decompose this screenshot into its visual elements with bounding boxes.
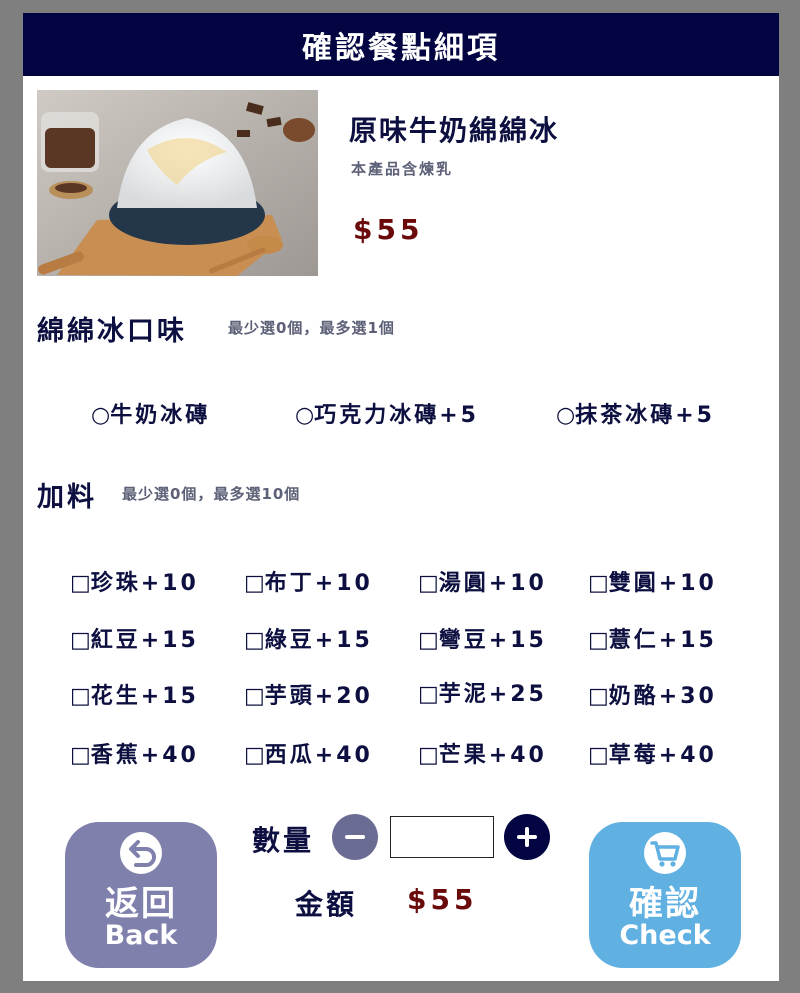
option-label: 奶酪+30 xyxy=(608,684,717,709)
topping-section-hint: 最少選0個，最多選10個 xyxy=(122,485,301,503)
flavor-option-matcha[interactable]: ○抹茶冰磚+5 xyxy=(556,397,715,429)
option-label: 香蕉+40 xyxy=(90,743,199,768)
checkbox-icon: □ xyxy=(70,743,91,768)
quantity-label: 數量 xyxy=(252,824,315,857)
quantity-input[interactable] xyxy=(390,816,494,858)
checkbox-icon: □ xyxy=(70,628,91,653)
topping-option-red-bean[interactable]: □紅豆+15 xyxy=(70,622,199,654)
option-label: 芋頭+20 xyxy=(264,684,373,709)
option-label: 草莓+40 xyxy=(608,743,717,768)
topping-option-tangyuan[interactable]: □湯圓+10 xyxy=(418,565,547,597)
radio-icon: ○ xyxy=(295,403,315,428)
topping-option-strawberry[interactable]: □草莓+40 xyxy=(588,737,717,769)
radio-icon: ○ xyxy=(556,403,576,428)
option-label: 彎豆+15 xyxy=(438,628,547,653)
quantity-decrease-button[interactable] xyxy=(332,814,378,860)
flavor-option-milk[interactable]: ○牛奶冰磚 xyxy=(91,397,210,429)
checkbox-icon: □ xyxy=(588,571,609,596)
topping-option-barley[interactable]: □薏仁+15 xyxy=(588,622,717,654)
checkbox-icon: □ xyxy=(588,743,609,768)
checkbox-icon: □ xyxy=(418,628,439,653)
topping-option-watermelon[interactable]: □西瓜+40 xyxy=(244,737,373,769)
back-button[interactable]: 返回 Back xyxy=(65,822,217,968)
option-label: 綠豆+15 xyxy=(264,628,373,653)
topping-option-pea[interactable]: □彎豆+15 xyxy=(418,622,547,654)
checkbox-icon: □ xyxy=(588,684,609,709)
topping-option-peanut[interactable]: □花生+15 xyxy=(70,678,199,710)
option-label: 薏仁+15 xyxy=(608,628,717,653)
option-label: 西瓜+40 xyxy=(264,743,373,768)
checkbox-icon: □ xyxy=(244,684,265,709)
checkbox-icon: □ xyxy=(418,682,439,707)
option-label: 抹茶冰磚+5 xyxy=(575,403,715,428)
option-label: 芒果+40 xyxy=(438,743,547,768)
option-label: 珍珠+10 xyxy=(90,571,199,596)
back-button-label: 返回 xyxy=(105,884,177,924)
topping-option-double-balls[interactable]: □雙圓+10 xyxy=(588,565,717,597)
product-note: 本產品含煉乳 xyxy=(351,160,454,178)
product-name: 原味牛奶綿綿冰 xyxy=(349,114,560,147)
flavor-section-hint: 最少選0個，最多選1個 xyxy=(228,319,395,337)
shopping-cart-icon xyxy=(644,832,686,874)
topping-option-mung-bean[interactable]: □綠豆+15 xyxy=(244,622,373,654)
option-label: 雙圓+10 xyxy=(608,571,717,596)
topping-option-taro-paste[interactable]: □芋泥+25 xyxy=(418,676,547,708)
quantity-increase-button[interactable] xyxy=(504,814,550,860)
topping-option-panna-cotta[interactable]: □奶酪+30 xyxy=(588,678,717,710)
checkbox-icon: □ xyxy=(244,628,265,653)
radio-icon: ○ xyxy=(91,403,111,428)
checkbox-icon: □ xyxy=(70,571,91,596)
option-label: 芋泥+25 xyxy=(438,682,547,707)
topping-option-pearl[interactable]: □珍珠+10 xyxy=(70,565,199,597)
option-label: 紅豆+15 xyxy=(90,628,199,653)
check-button[interactable]: 確認 Check xyxy=(589,822,741,968)
checkbox-icon: □ xyxy=(70,684,91,709)
topping-option-pudding[interactable]: □布丁+10 xyxy=(244,565,373,597)
check-button-label-en: Check xyxy=(619,920,711,951)
page-title: 確認餐點細項 xyxy=(23,13,779,76)
option-label: 巧克力冰磚+5 xyxy=(314,403,479,428)
flavor-section-title: 綿綿冰口味 xyxy=(37,316,187,347)
undo-arrow-icon xyxy=(120,832,162,874)
topping-option-taro[interactable]: □芋頭+20 xyxy=(244,678,373,710)
back-button-label-en: Back xyxy=(104,920,178,951)
checkbox-icon: □ xyxy=(418,743,439,768)
check-button-label: 確認 xyxy=(629,884,701,924)
topping-option-mango[interactable]: □芒果+40 xyxy=(418,737,547,769)
amount-label: 金額 xyxy=(295,888,358,921)
minus-icon xyxy=(345,835,365,839)
product-image xyxy=(37,90,318,276)
topping-section-title: 加料 xyxy=(37,482,97,513)
option-label: 布丁+10 xyxy=(264,571,373,596)
option-label: 花生+15 xyxy=(90,684,199,709)
checkbox-icon: □ xyxy=(588,628,609,653)
checkbox-icon: □ xyxy=(244,743,265,768)
checkbox-icon: □ xyxy=(418,571,439,596)
topping-option-banana[interactable]: □香蕉+40 xyxy=(70,737,199,769)
option-label: 牛奶冰磚 xyxy=(110,403,211,428)
order-detail-panel: 確認餐點細項 原味牛奶綿綿冰 本產品含煉乳 $55 綿綿冰口味 最少選0個，最多… xyxy=(23,13,779,981)
flavor-option-chocolate[interactable]: ○巧克力冰磚+5 xyxy=(295,397,479,429)
checkbox-icon: □ xyxy=(244,571,265,596)
option-label: 湯圓+10 xyxy=(438,571,547,596)
amount-value: $55 xyxy=(407,883,478,916)
product-price: $55 xyxy=(353,213,424,246)
